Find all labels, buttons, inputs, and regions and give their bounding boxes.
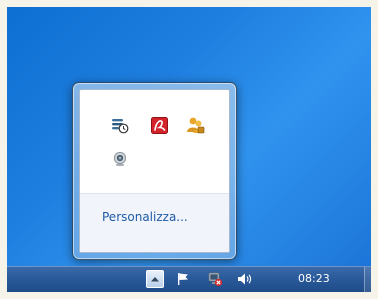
screenshot-frame: Personalizza... 08:23 [0, 0, 378, 299]
webcam-icon[interactable] [110, 149, 130, 169]
user-accounts-icon[interactable] [185, 115, 205, 135]
taskbar-clock[interactable]: 08:23 [298, 272, 330, 285]
hidden-icons-grid [80, 90, 229, 193]
network-sync-icon[interactable] [110, 115, 130, 135]
customize-link[interactable]: Personalizza... [102, 210, 188, 224]
desktop: Personalizza... 08:23 [7, 7, 371, 292]
network-error-icon[interactable] [206, 270, 224, 288]
show-desktop-button[interactable] [364, 267, 371, 292]
chevron-up-icon [151, 277, 159, 282]
flyout-panel [79, 89, 230, 253]
taskbar: 08:23 [7, 266, 371, 292]
show-hidden-icons-button[interactable] [146, 270, 164, 288]
tray-overflow-flyout: Personalizza... [72, 82, 237, 260]
avira-antivirus-icon[interactable] [149, 115, 169, 135]
speaker-volume-icon[interactable] [235, 270, 255, 288]
action-center-flag-icon[interactable] [175, 270, 191, 288]
